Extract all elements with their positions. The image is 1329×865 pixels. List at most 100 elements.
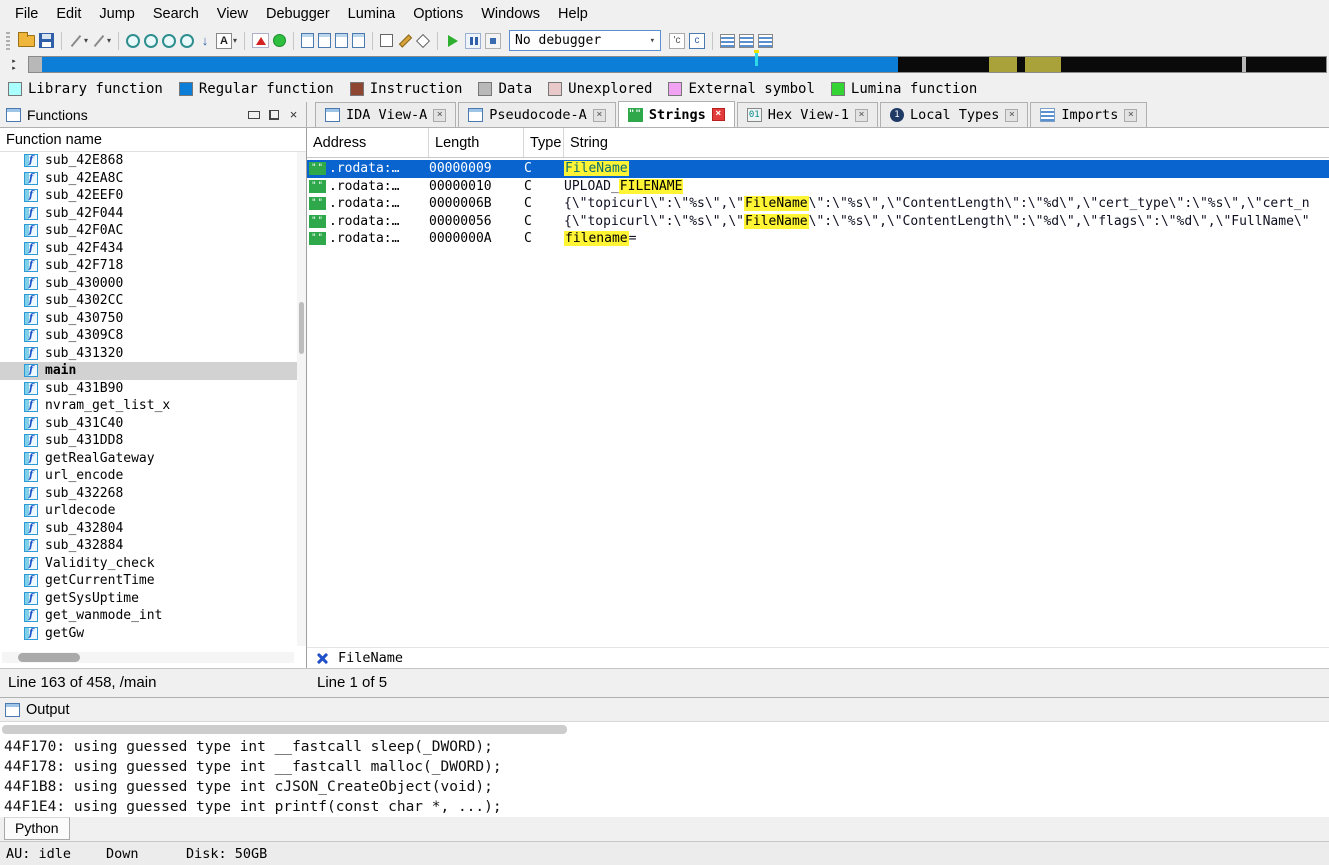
- menu-item-edit[interactable]: Edit: [47, 2, 90, 26]
- column-header-string[interactable]: String: [564, 128, 1329, 157]
- nav-back-icon[interactable]: [126, 30, 140, 52]
- close-tab-icon[interactable]: ×: [593, 109, 606, 122]
- pause-process-icon[interactable]: [465, 30, 481, 52]
- step-over-icon[interactable]: [689, 30, 705, 52]
- debugger-window-3-icon[interactable]: [335, 30, 348, 52]
- close-tab-icon[interactable]: ×: [1124, 109, 1137, 122]
- menu-item-view[interactable]: View: [208, 2, 257, 26]
- jump-prev-list-icon[interactable]: [720, 30, 735, 52]
- string-row[interactable]: .rodata:…00000056C{\"topicurl\":\"%s\",\…: [307, 213, 1329, 231]
- nav-up-icon[interactable]: [162, 30, 176, 52]
- function-row[interactable]: fsub_42F434: [0, 240, 297, 258]
- open-file-icon[interactable]: [18, 30, 35, 52]
- function-row[interactable]: fValidity_check: [0, 555, 297, 573]
- stop-process-icon[interactable]: [485, 30, 501, 52]
- float-panel-icon[interactable]: [267, 108, 280, 121]
- column-header-address[interactable]: Address: [307, 128, 429, 157]
- column-header-length[interactable]: Length: [429, 128, 524, 157]
- rename-icon[interactable]: ▾: [216, 30, 237, 52]
- string-row[interactable]: .rodata:…0000006BC{\"topicurl\":\"%s\",\…: [307, 195, 1329, 213]
- column-header-type[interactable]: Type: [524, 128, 564, 157]
- trace-pointer-icon[interactable]: ▾: [92, 30, 111, 52]
- close-tab-icon[interactable]: ×: [433, 109, 446, 122]
- close-tab-icon[interactable]: ×: [855, 109, 868, 122]
- function-row[interactable]: fsub_42F0AC: [0, 222, 297, 240]
- debugger-window-2-icon[interactable]: [318, 30, 331, 52]
- close-tab-icon[interactable]: ×: [1005, 109, 1018, 122]
- collapse-panel-icon[interactable]: [247, 108, 260, 121]
- function-list-vertical-scrollbar[interactable]: [297, 152, 306, 646]
- follow-pointer-icon[interactable]: ▾: [69, 30, 88, 52]
- cross-references-icon[interactable]: [758, 30, 773, 52]
- string-row[interactable]: .rodata:…0000000ACfilename=: [307, 230, 1329, 248]
- function-row[interactable]: fsub_4309C8: [0, 327, 297, 345]
- close-tab-icon[interactable]: ×: [712, 108, 725, 121]
- tab-hex-view-1[interactable]: Hex View-1×: [737, 102, 878, 127]
- menu-item-options[interactable]: Options: [404, 2, 472, 26]
- function-row[interactable]: fgetCurrentTime: [0, 572, 297, 590]
- function-row[interactable]: fsub_42F044: [0, 205, 297, 223]
- string-row[interactable]: .rodata:…00000010CUPLOAD_FILENAME: [307, 178, 1329, 196]
- menu-item-help[interactable]: Help: [549, 2, 597, 26]
- nav-down-icon[interactable]: [180, 30, 194, 52]
- function-row[interactable]: fgetGw: [0, 625, 297, 643]
- function-row[interactable]: fsub_42EEF0: [0, 187, 297, 205]
- filter-text[interactable]: FileName: [338, 650, 403, 666]
- menu-item-jump[interactable]: Jump: [90, 2, 143, 26]
- tab-pseudocode-a[interactable]: Pseudocode-A×: [458, 102, 616, 127]
- function-row[interactable]: fsub_430750: [0, 310, 297, 328]
- navband-position-marker[interactable]: [755, 53, 758, 66]
- function-row[interactable]: fgetSysUptime: [0, 590, 297, 608]
- menu-item-search[interactable]: Search: [144, 2, 208, 26]
- function-row[interactable]: fsub_431B90: [0, 380, 297, 398]
- close-panel-icon[interactable]: ×: [287, 108, 300, 121]
- breakpoint-icon[interactable]: [252, 30, 269, 52]
- function-row[interactable]: fsub_431320: [0, 345, 297, 363]
- function-row[interactable]: fsub_432884: [0, 537, 297, 555]
- step-into-icon[interactable]: [669, 30, 685, 52]
- jump-to-address-icon[interactable]: [198, 30, 212, 52]
- patch-bytes-icon[interactable]: [415, 30, 430, 52]
- edit-function-icon[interactable]: [397, 30, 411, 52]
- tab-imports[interactable]: Imports×: [1030, 102, 1147, 127]
- navigation-band[interactable]: [28, 56, 1327, 73]
- tab-python[interactable]: Python: [4, 817, 70, 840]
- output-titlebar[interactable]: Output: [0, 697, 1329, 721]
- function-row[interactable]: fgetRealGateway: [0, 450, 297, 468]
- menu-item-windows[interactable]: Windows: [472, 2, 549, 26]
- scrollbar-thumb[interactable]: [299, 302, 304, 354]
- tab-local-types[interactable]: Local Types×: [880, 102, 1028, 127]
- function-row[interactable]: fsub_42EA8C: [0, 170, 297, 188]
- start-process-icon[interactable]: [445, 30, 461, 52]
- function-row[interactable]: fmain: [0, 362, 297, 380]
- function-row[interactable]: fget_wanmode_int: [0, 607, 297, 625]
- continue-process-icon[interactable]: [273, 30, 286, 52]
- function-row[interactable]: fsub_42E868: [0, 152, 297, 170]
- function-row[interactable]: fsub_431DD8: [0, 432, 297, 450]
- function-row[interactable]: fsub_4302CC: [0, 292, 297, 310]
- navband-scroll-buttons[interactable]: ▸ ▸: [0, 54, 28, 75]
- clear-filter-icon[interactable]: [316, 652, 329, 665]
- toolbar-grip[interactable]: [6, 32, 10, 50]
- debugger-window-4-icon[interactable]: [352, 30, 365, 52]
- debugger-select[interactable]: No debugger▾: [509, 30, 661, 51]
- output-horizontal-scrollbar[interactable]: [2, 725, 567, 734]
- string-row[interactable]: .rodata:…00000009CFileName: [307, 160, 1329, 178]
- scrollbar-thumb[interactable]: [18, 653, 80, 662]
- function-row[interactable]: furldecode: [0, 502, 297, 520]
- debugger-window-1-icon[interactable]: [301, 30, 314, 52]
- navband-scroll-down-icon[interactable]: ▸: [12, 65, 16, 72]
- function-row[interactable]: fsub_430000: [0, 275, 297, 293]
- menu-item-file[interactable]: File: [6, 2, 47, 26]
- navband-scroll-up-icon[interactable]: ▸: [12, 58, 16, 65]
- function-row[interactable]: fsub_431C40: [0, 415, 297, 433]
- save-file-icon[interactable]: [39, 30, 54, 52]
- function-row[interactable]: fnvram_get_list_x: [0, 397, 297, 415]
- jump-next-list-icon[interactable]: [739, 30, 754, 52]
- function-list-horizontal-scrollbar[interactable]: [2, 652, 294, 663]
- tab-strings[interactable]: Strings×: [618, 101, 735, 127]
- menu-item-debugger[interactable]: Debugger: [257, 2, 339, 26]
- menu-item-lumina[interactable]: Lumina: [339, 2, 405, 26]
- function-row[interactable]: fsub_432268: [0, 485, 297, 503]
- function-row[interactable]: furl_encode: [0, 467, 297, 485]
